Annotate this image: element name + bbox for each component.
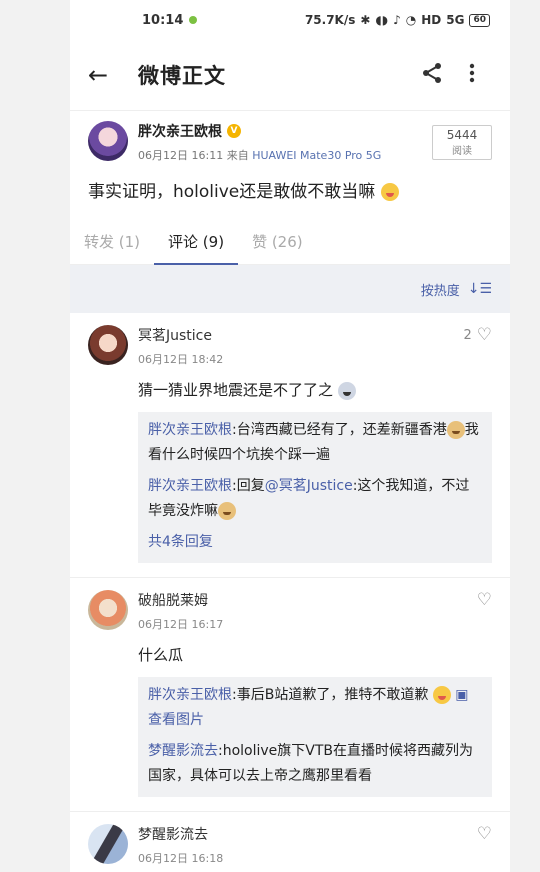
doge-emoji-icon bbox=[446, 421, 465, 439]
reply-text: :回复 bbox=[232, 478, 265, 494]
reply-username[interactable]: 胖次亲王欧根 bbox=[148, 687, 232, 703]
sort-icon[interactable]: ↓☰ bbox=[468, 281, 492, 297]
comment-username[interactable]: 冥茗Justice bbox=[138, 325, 223, 345]
husky-emoji-icon bbox=[337, 381, 356, 400]
heart-icon: ♡ bbox=[476, 590, 492, 610]
yum-face-emoji-icon bbox=[432, 686, 451, 704]
like-button[interactable]: ♡ bbox=[477, 824, 492, 844]
comment-user-block: 冥茗Justice 06月12日 18:42 bbox=[138, 325, 223, 367]
more-vertical-icon[interactable] bbox=[452, 63, 492, 87]
comment-username[interactable]: 破船脱莱姆 bbox=[138, 590, 223, 610]
hd-icon: HD bbox=[421, 13, 442, 27]
page-title: 微博正文 bbox=[138, 64, 226, 88]
read-count: 5444 bbox=[446, 128, 478, 142]
comment-item: 冥茗Justice 06月12日 18:42 2 ♡ 猜一猜业界地震还是不了了之… bbox=[70, 313, 510, 578]
read-count-box: 5444 阅读 bbox=[432, 125, 492, 160]
more-replies-link[interactable]: 共4条回复 bbox=[148, 530, 482, 555]
reply-item[interactable]: 胖次亲王欧根:台湾西藏已经有了，还差新疆香港 我看什么时候四个坑挨个踩一遍 bbox=[148, 418, 482, 468]
comment-item: 梦醒影流去 06月12日 16:18 ♡ bbox=[70, 812, 510, 872]
reply-username[interactable]: 胖次亲王欧根 bbox=[148, 478, 232, 494]
sort-bar: 按热度 ↓☰ bbox=[70, 265, 510, 313]
post-text-content: 事实证明，hololive还是敢做不敢当嘛 bbox=[88, 182, 376, 202]
weibo-post: 胖次亲王欧根 V 06月12日 16:11 来自 HUAWEI Mate30 P… bbox=[70, 111, 510, 202]
comment-time: 06月12日 16:18 bbox=[138, 852, 224, 865]
app-notification-icon bbox=[189, 16, 198, 24]
status-bar: 10:14 75.7K/s ✱ ◖◗ ♪ ◔ HD 5G 60 bbox=[70, 0, 510, 40]
comment-time: 06月12日 18:42 bbox=[138, 353, 224, 366]
comment-user-block: 梦醒影流去 06月12日 16:18 bbox=[138, 824, 223, 866]
like-count: 2 bbox=[463, 327, 472, 343]
post-meta: 06月12日 16:11 来自 HUAWEI Mate30 Pro 5G bbox=[138, 147, 432, 163]
status-right: 75.7K/s ✱ ◖◗ ♪ ◔ HD 5G 60 bbox=[305, 13, 490, 27]
avatar[interactable] bbox=[88, 325, 128, 365]
reply-box: 胖次亲王欧根:事后B站道歉了，推特不敢道歉 ▣ 查看图片 梦醒影流去:hololi… bbox=[138, 677, 492, 797]
reply-item[interactable]: 胖次亲王欧根:回复@冥茗Justice:这个我知道，不过毕竟没炸嘛 bbox=[148, 474, 482, 524]
comment-header: 破船脱莱姆 06月12日 16:17 ♡ bbox=[138, 590, 492, 632]
vibrate-icon: ◖◗ bbox=[375, 13, 389, 27]
author-name-row: 胖次亲王欧根 V bbox=[138, 121, 432, 141]
yum-face-emoji-icon bbox=[380, 183, 399, 201]
comment-body: 梦醒影流去 06月12日 16:18 ♡ bbox=[138, 824, 492, 872]
image-icon: ▣ bbox=[455, 687, 469, 703]
comment-header: 梦醒影流去 06月12日 16:18 ♡ bbox=[138, 824, 492, 866]
post-from-label: 来自 bbox=[226, 149, 249, 162]
avatar[interactable] bbox=[88, 824, 128, 864]
author-info: 胖次亲王欧根 V 06月12日 16:11 来自 HUAWEI Mate30 P… bbox=[138, 121, 432, 163]
reply-mention[interactable]: @冥茗Justice bbox=[265, 478, 353, 494]
author-name[interactable]: 胖次亲王欧根 bbox=[138, 121, 222, 141]
sort-by-hot-button[interactable]: 按热度 bbox=[421, 280, 460, 299]
reply-item[interactable]: 梦醒影流去:hololive旗下VTB在直播时候将西藏列为国家，具体可以去上帝之… bbox=[148, 739, 482, 789]
app-screen: 10:14 75.7K/s ✱ ◖◗ ♪ ◔ HD 5G 60 ← 微博正文 胖… bbox=[70, 0, 510, 872]
status-left: 10:14 bbox=[142, 12, 198, 28]
status-time: 10:14 bbox=[142, 12, 184, 28]
bluetooth-icon: ✱ bbox=[360, 13, 371, 27]
comment-item: 破船脱莱姆 06月12日 16:17 ♡ 什么瓜 胖次亲王欧根:事后B站道歉了，… bbox=[70, 578, 510, 812]
alarm-icon: ◔ bbox=[405, 13, 417, 27]
comment-user-block: 破船脱莱姆 06月12日 16:17 bbox=[138, 590, 223, 632]
comment-body: 破船脱莱姆 06月12日 16:17 ♡ 什么瓜 胖次亲王欧根:事后B站道歉了，… bbox=[138, 590, 492, 803]
heart-icon: ♡ bbox=[476, 824, 492, 844]
tab-comments[interactable]: 评论 (9) bbox=[154, 220, 239, 265]
reply-text: :事后B站道歉了，推特不敢道歉 bbox=[232, 687, 429, 703]
comment-time: 06月12日 16:17 bbox=[138, 618, 224, 631]
network-speed: 75.7K/s bbox=[304, 13, 356, 27]
comment-text-content: 猜一猜业界地震还是不了了之 bbox=[138, 381, 334, 399]
post-text: 事实证明，hololive还是敢做不敢当嘛 bbox=[88, 177, 492, 202]
comment-text: 什么瓜 bbox=[138, 646, 184, 664]
view-image-label: 查看图片 bbox=[148, 712, 204, 728]
signal-icon: 5G bbox=[446, 13, 465, 27]
comment-username[interactable]: 梦醒影流去 bbox=[138, 824, 223, 844]
comment-body: 冥茗Justice 06月12日 18:42 2 ♡ 猜一猜业界地震还是不了了之… bbox=[138, 325, 492, 569]
verified-badge-icon: V bbox=[227, 124, 241, 138]
app-bar: ← 微博正文 bbox=[70, 40, 510, 111]
mute-bell-icon: ♪ bbox=[393, 13, 401, 27]
avatar[interactable] bbox=[88, 590, 128, 630]
reply-item[interactable]: 胖次亲王欧根:事后B站道歉了，推特不敢道歉 ▣ 查看图片 bbox=[148, 683, 482, 733]
avatar[interactable] bbox=[88, 121, 128, 161]
like-button[interactable]: 2 ♡ bbox=[463, 325, 492, 345]
back-arrow-icon[interactable]: ← bbox=[88, 61, 122, 89]
tab-reposts[interactable]: 转发 (1) bbox=[84, 220, 154, 264]
post-date: 06月12日 16:11 bbox=[138, 149, 224, 162]
doge-emoji-icon bbox=[218, 502, 236, 520]
reply-box: 胖次亲王欧根:台湾西藏已经有了，还差新疆香港 我看什么时候四个坑挨个踩一遍 胖次亲… bbox=[138, 412, 492, 563]
heart-icon: ♡ bbox=[476, 325, 492, 345]
battery-icon: 60 bbox=[469, 13, 490, 27]
comment-text: 猜一猜业界地震还是不了了之 bbox=[138, 379, 492, 400]
tab-likes[interactable]: 赞 (26) bbox=[252, 220, 317, 264]
post-device[interactable]: HUAWEI Mate30 Pro 5G bbox=[252, 149, 381, 162]
post-tabs: 转发 (1) 评论 (9) 赞 (26) bbox=[70, 220, 510, 265]
reply-text: :台湾西藏已经有了，还差新疆香港 bbox=[232, 422, 447, 438]
comment-header: 冥茗Justice 06月12日 18:42 2 ♡ bbox=[138, 325, 492, 367]
reply-username[interactable]: 梦醒影流去 bbox=[148, 743, 218, 759]
reply-username[interactable]: 胖次亲王欧根 bbox=[148, 422, 232, 438]
read-count-label: 阅读 bbox=[452, 146, 472, 157]
post-author-row: 胖次亲王欧根 V 06月12日 16:11 来自 HUAWEI Mate30 P… bbox=[88, 121, 492, 163]
share-icon[interactable] bbox=[412, 62, 452, 88]
like-button[interactable]: ♡ bbox=[477, 590, 492, 610]
